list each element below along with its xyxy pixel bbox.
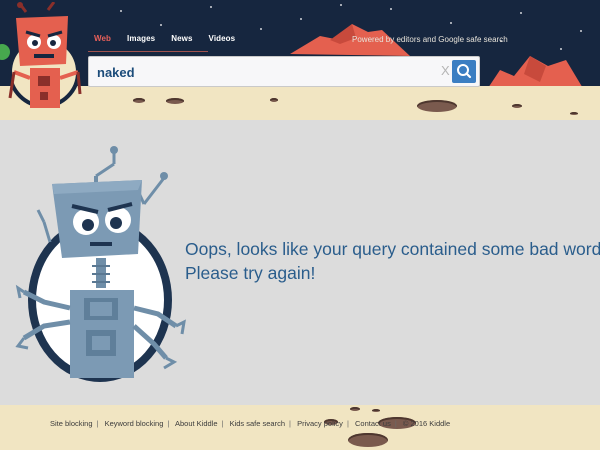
separator: | bbox=[346, 419, 349, 428]
footer-link-keyword-blocking[interactable]: Keyword blocking bbox=[105, 419, 164, 428]
tab-images[interactable]: Images bbox=[127, 34, 155, 47]
clear-search-button[interactable]: X bbox=[441, 64, 450, 78]
footer: Site blocking | Keyword blocking | About K… bbox=[0, 405, 600, 450]
search-tabs: Web Images News Videos bbox=[94, 34, 251, 47]
header: Web Images News Videos Powered by editor… bbox=[0, 0, 600, 120]
separator: | bbox=[221, 419, 224, 428]
crater bbox=[166, 98, 184, 104]
crater bbox=[270, 98, 278, 102]
footer-link-about-kiddle[interactable]: About Kiddle bbox=[175, 419, 218, 428]
search-input[interactable] bbox=[97, 63, 427, 81]
search-icon bbox=[457, 64, 472, 79]
crater bbox=[417, 100, 457, 112]
crater bbox=[133, 98, 145, 103]
error-message-line: Please try again! bbox=[185, 263, 316, 283]
separator: | bbox=[394, 419, 397, 428]
copyright: © 2016 Kiddle bbox=[402, 419, 451, 428]
separator: | bbox=[289, 419, 291, 428]
error-message: Oops, looks like your query contained so… bbox=[185, 237, 600, 285]
footer-link-privacy-policy[interactable]: Privacy policy bbox=[297, 419, 343, 428]
footer-link-contact-us[interactable]: Contact us bbox=[355, 419, 391, 428]
separator: | bbox=[96, 419, 99, 428]
sad-robot-illustration bbox=[15, 146, 186, 382]
search-button[interactable] bbox=[452, 60, 476, 83]
footer-links: Site blocking | Keyword blocking | About K… bbox=[50, 419, 450, 428]
search-box: X bbox=[88, 56, 480, 87]
crater bbox=[512, 104, 522, 108]
crater bbox=[348, 433, 388, 447]
separator: | bbox=[167, 419, 170, 428]
tab-news[interactable]: News bbox=[171, 34, 192, 47]
tab-web[interactable]: Web bbox=[94, 34, 111, 47]
crater bbox=[372, 409, 380, 412]
tab-videos[interactable]: Videos bbox=[209, 34, 236, 47]
kiddle-logo-robot-icon[interactable] bbox=[4, 2, 84, 112]
powered-by-text: Powered by editors and Google safe searc… bbox=[352, 35, 508, 44]
crater bbox=[350, 407, 360, 411]
error-message-line: Oops, looks like your query contained so… bbox=[185, 239, 600, 259]
tab-underline bbox=[88, 51, 208, 52]
crater bbox=[570, 112, 578, 115]
moon-ground bbox=[0, 86, 600, 120]
footer-link-site-blocking[interactable]: Site blocking bbox=[50, 419, 93, 428]
main-content: Oops, looks like your query contained so… bbox=[0, 120, 600, 405]
footer-link-kids-safe-search[interactable]: Kids safe search bbox=[230, 419, 285, 428]
